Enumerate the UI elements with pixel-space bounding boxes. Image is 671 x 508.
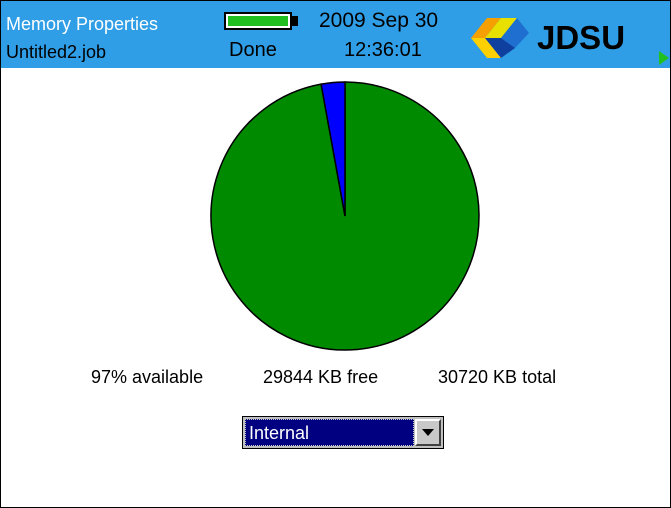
chevron-down-icon <box>422 429 434 436</box>
date-text: 2009 Sep 30 <box>319 9 439 32</box>
total-kb: 30720 KB total <box>438 367 557 387</box>
battery-icon <box>224 12 292 30</box>
app-title: Memory Properties <box>6 14 159 34</box>
select-value-box[interactable]: Internal <box>245 419 414 446</box>
scroll-right-arrow-icon[interactable] <box>659 51 669 65</box>
select-value: Internal <box>249 423 310 443</box>
job-filename: Untitled2.job <box>6 42 107 62</box>
memory-location-select[interactable]: Internal <box>242 416 444 449</box>
app-window: Memory Properties Untitled2.job Done 200… <box>0 0 671 508</box>
header-bar: Memory Properties Untitled2.job Done 200… <box>1 1 670 68</box>
battery-tip <box>292 16 298 26</box>
jdsu-logo-icon <box>471 18 529 58</box>
jdsu-logo-text: JDSU <box>537 19 626 56</box>
battery-level-fill <box>228 16 288 26</box>
free-kb: 29844 KB free <box>263 367 379 387</box>
status-text: Done <box>229 39 277 61</box>
dropdown-button[interactable] <box>415 419 441 446</box>
available-percent: 97% available <box>91 367 204 387</box>
time-text: 12:36:01 <box>344 39 422 61</box>
memory-pie-chart <box>210 81 480 351</box>
